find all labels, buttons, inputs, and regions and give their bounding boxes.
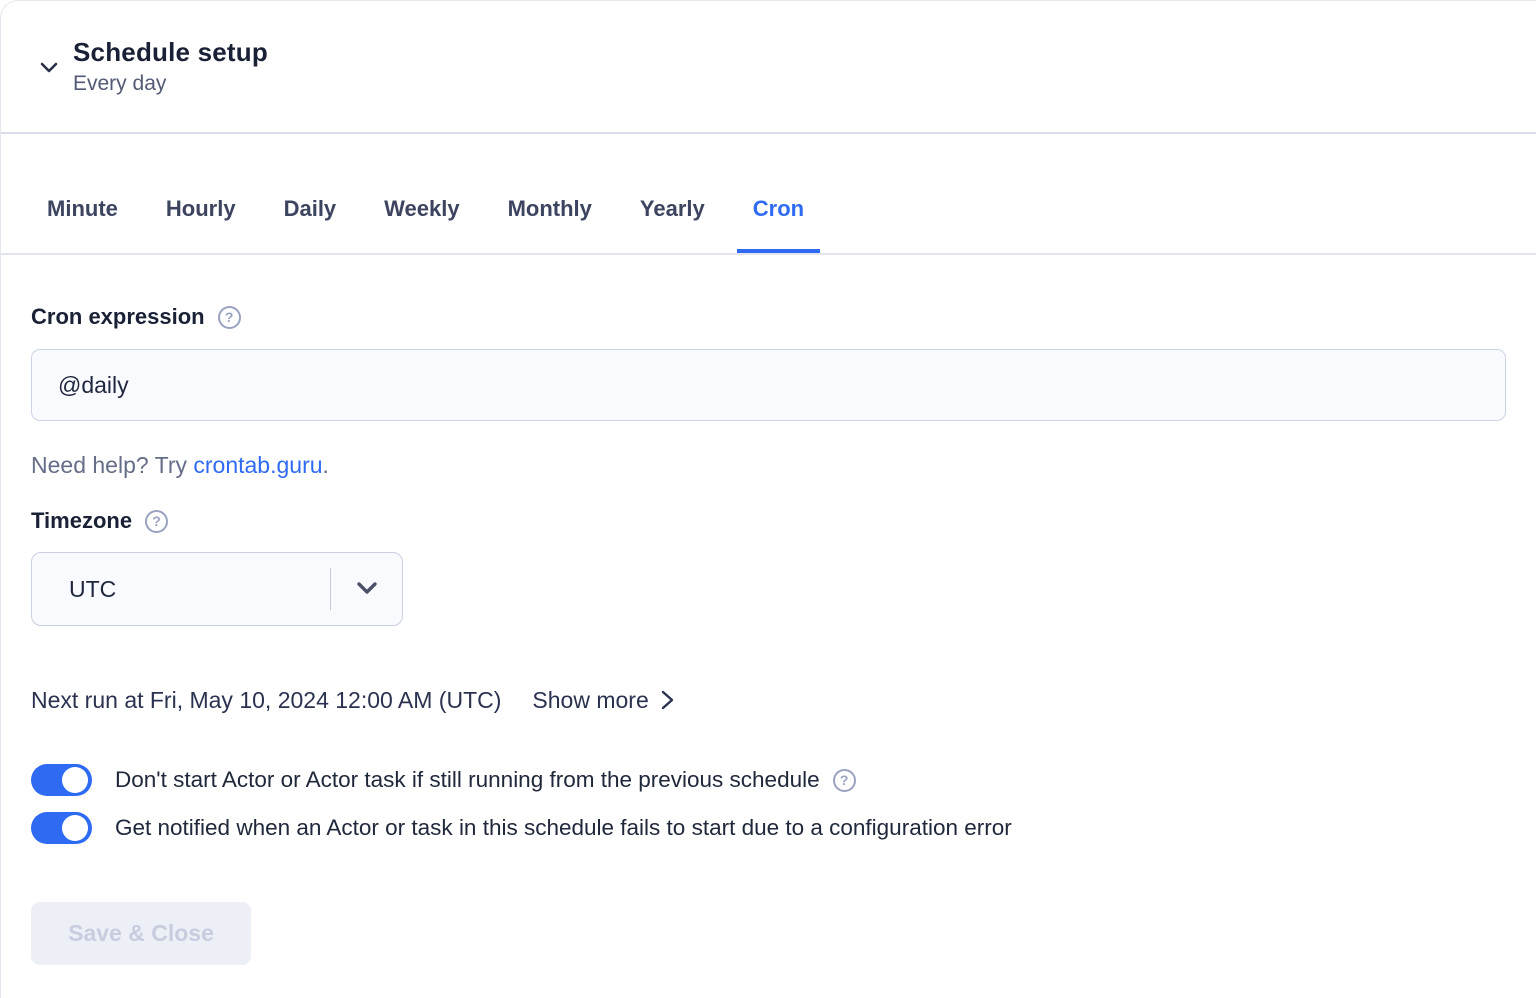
crontab-help-text: Need help? Try crontab.guru. xyxy=(31,452,1506,479)
help-text-suffix: . xyxy=(323,452,329,478)
tab-yearly[interactable]: Yearly xyxy=(624,195,721,253)
chevron-down-icon xyxy=(331,580,402,598)
timezone-select[interactable]: UTC xyxy=(31,552,403,626)
tab-daily[interactable]: Daily xyxy=(268,195,353,253)
toggle-knob xyxy=(62,767,88,793)
show-more-button[interactable]: Show more xyxy=(532,686,674,714)
dont-start-toggle-row: Don't start Actor or Actor task if still… xyxy=(31,764,1506,796)
dont-start-toggle[interactable] xyxy=(31,764,92,796)
schedule-summary: Every day xyxy=(73,72,268,96)
cron-tab-content: Cron expression ? Need help? Try crontab… xyxy=(1,304,1536,965)
notify-toggle[interactable] xyxy=(31,812,92,844)
collapse-chevron-down-icon[interactable] xyxy=(36,54,62,80)
schedule-type-tabs: Minute Hourly Daily Weekly Monthly Yearl… xyxy=(1,134,1536,255)
tab-cron[interactable]: Cron xyxy=(737,195,820,253)
timezone-label-row: Timezone ? xyxy=(31,508,1506,534)
show-more-label: Show more xyxy=(532,686,648,714)
notify-toggle-label: Get notified when an Actor or task in th… xyxy=(115,812,1012,844)
cron-expression-label-row: Cron expression ? xyxy=(31,304,1506,330)
chevron-right-icon xyxy=(660,688,675,712)
timezone-selected-value: UTC xyxy=(32,576,330,603)
save-close-button[interactable]: Save & Close xyxy=(31,902,251,965)
page-title: Schedule setup xyxy=(73,37,268,67)
timezone-help-icon[interactable]: ? xyxy=(145,510,168,533)
notify-toggle-row: Get notified when an Actor or task in th… xyxy=(31,812,1506,844)
next-run-text: Next run at Fri, May 10, 2024 12:00 AM (… xyxy=(31,686,501,714)
help-text-prefix: Need help? Try xyxy=(31,452,193,478)
tab-hourly[interactable]: Hourly xyxy=(150,195,252,253)
toggle-knob xyxy=(62,815,88,841)
cron-expression-input[interactable] xyxy=(31,349,1506,421)
timezone-label: Timezone xyxy=(31,508,132,534)
tab-minute[interactable]: Minute xyxy=(31,195,134,253)
next-run-row: Next run at Fri, May 10, 2024 12:00 AM (… xyxy=(31,686,1506,714)
tab-monthly[interactable]: Monthly xyxy=(492,195,608,253)
cron-expression-help-icon[interactable]: ? xyxy=(218,306,241,329)
schedule-setup-panel: Schedule setup Every day Minute Hourly D… xyxy=(0,0,1536,998)
tab-weekly[interactable]: Weekly xyxy=(368,195,475,253)
header-text-block: Schedule setup Every day xyxy=(73,37,268,96)
crontab-guru-link[interactable]: crontab.guru xyxy=(193,452,322,478)
cron-expression-label: Cron expression xyxy=(31,304,205,330)
schedule-setup-header: Schedule setup Every day xyxy=(1,1,1536,134)
dont-start-help-icon[interactable]: ? xyxy=(833,769,856,792)
dont-start-toggle-label: Don't start Actor or Actor task if still… xyxy=(115,764,820,796)
